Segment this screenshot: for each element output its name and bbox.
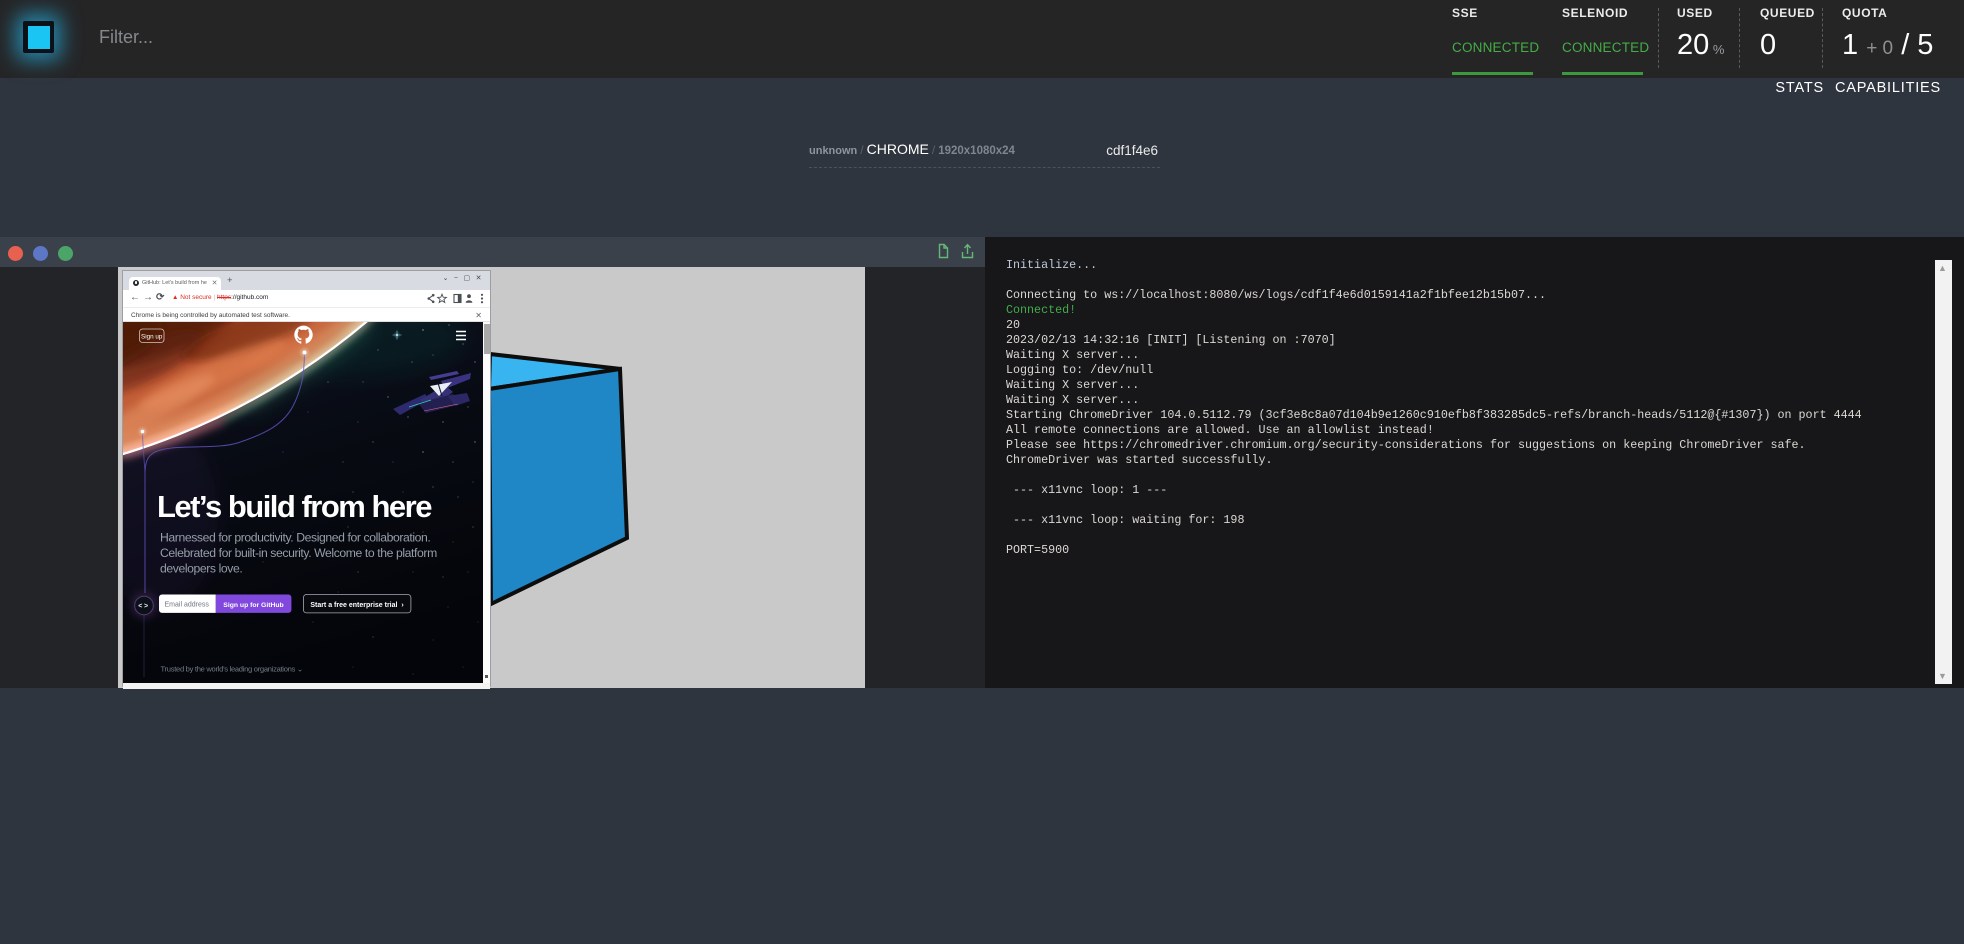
- svg-text:Trusted by the world’s leading: Trusted by the world’s leading organizat…: [161, 665, 303, 674]
- svg-text:developers love.: developers love.: [160, 562, 242, 576]
- svg-text:Email address: Email address: [165, 602, 210, 609]
- svg-text:Sign up: Sign up: [141, 333, 163, 340]
- svg-text:<>: <>: [138, 603, 149, 610]
- svg-text:Celebrated for built-in securi: Celebrated for built-in security. Welcom…: [160, 546, 437, 560]
- svg-text:Harnessed for productivity. De: Harnessed for productivity. Designed for…: [160, 531, 430, 545]
- svg-text:Let’s build from here: Let’s build from here: [157, 489, 432, 524]
- svg-text:Start a free enterprise trial: Start a free enterprise trial ›: [310, 602, 404, 609]
- svg-text:Sign up for GitHub: Sign up for GitHub: [223, 602, 283, 609]
